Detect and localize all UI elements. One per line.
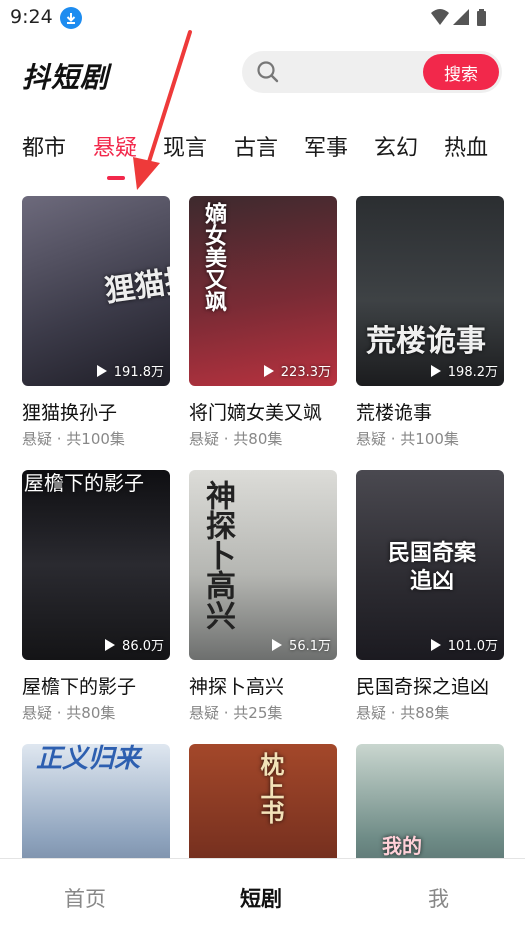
- poster-title-art: 屋檐下的影子: [24, 471, 144, 495]
- search-button[interactable]: 搜索: [423, 54, 499, 90]
- tab-dushi[interactable]: 都市: [22, 130, 66, 162]
- drama-meta: 悬疑 · 共100集: [22, 430, 125, 448]
- drama-meta: 悬疑 · 共100集: [356, 430, 459, 448]
- tab-guyan[interactable]: 古言: [234, 130, 278, 162]
- active-tab-indicator: [107, 176, 125, 180]
- battery-icon: [477, 11, 486, 26]
- drama-title[interactable]: 屋檐下的影子: [22, 672, 136, 699]
- tab-junshi[interactable]: 军事: [304, 130, 348, 162]
- search-box[interactable]: 搜索: [242, 51, 502, 93]
- view-count: 198.2万: [430, 361, 498, 380]
- play-icon: [430, 638, 441, 651]
- drama-meta: 悬疑 · 共25集: [189, 704, 283, 722]
- play-icon: [96, 364, 107, 377]
- play-icon: [105, 638, 116, 651]
- poster-title-art: 神探卜高兴: [200, 480, 235, 630]
- drama-poster[interactable]: 荒楼诡事 198.2万: [356, 196, 504, 386]
- drama-title[interactable]: 神探卜高兴: [189, 672, 284, 699]
- poster-title-art: 枕上书: [256, 752, 284, 824]
- drama-poster[interactable]: 民国奇案追凶 101.0万: [356, 470, 504, 660]
- signal-icon: [453, 9, 469, 25]
- poster-title-art: 民国奇案追凶: [387, 541, 476, 594]
- poster-title-art: 嫡女美又飒: [201, 202, 226, 312]
- nav-home[interactable]: 首页: [64, 883, 106, 913]
- drama-meta: 悬疑 · 共80集: [22, 704, 116, 722]
- drama-poster[interactable]: 嫡女美又飒 223.3万: [189, 196, 337, 386]
- drama-poster[interactable]: 神探卜高兴 56.1万: [189, 470, 337, 660]
- drama-meta: 悬疑 · 共88集: [356, 704, 450, 722]
- poster-title-art: 我的: [382, 834, 422, 858]
- poster-title-art: 狸猫换孙子: [102, 253, 170, 310]
- poster-title-art: 正义归来: [36, 744, 141, 774]
- app-title: 抖短剧: [22, 61, 110, 94]
- nav-me[interactable]: 我: [428, 883, 449, 913]
- view-count: 191.8万: [96, 361, 164, 380]
- status-bar: 9:24: [0, 0, 525, 36]
- category-tabs: 都市 悬疑 现言 古言 军事 玄幻 热血: [0, 126, 525, 186]
- drama-meta: 悬疑 · 共80集: [189, 430, 283, 448]
- tab-xuanyi[interactable]: 悬疑: [93, 130, 137, 162]
- play-icon: [430, 364, 441, 377]
- drama-title[interactable]: 荒楼诡事: [356, 398, 432, 425]
- poster-title-art: 荒楼诡事: [366, 324, 486, 359]
- drama-title[interactable]: 将门嫡女美又飒: [189, 398, 322, 425]
- bottom-nav: 首页 短剧 我: [0, 858, 525, 936]
- view-count: 56.1万: [272, 635, 331, 654]
- status-time: 9:24: [10, 6, 53, 28]
- tab-xianyan[interactable]: 现言: [163, 130, 207, 162]
- play-icon: [272, 638, 283, 651]
- system-status-icons: [431, 9, 486, 26]
- view-count: 223.3万: [263, 361, 331, 380]
- drama-poster[interactable]: 狸猫换孙子 191.8万: [22, 196, 170, 386]
- drama-title[interactable]: 民国奇探之追凶: [356, 672, 489, 699]
- wifi-icon: [431, 9, 449, 25]
- drama-title[interactable]: 狸猫换孙子: [22, 398, 117, 425]
- tab-xuanhuan[interactable]: 玄幻: [374, 130, 418, 162]
- download-icon: [60, 7, 82, 29]
- view-count: 86.0万: [105, 635, 164, 654]
- search-input[interactable]: [286, 57, 416, 87]
- view-count: 101.0万: [430, 635, 498, 654]
- play-icon: [263, 364, 274, 377]
- search-icon: [257, 61, 279, 83]
- drama-poster[interactable]: 屋檐下的影子 86.0万: [22, 470, 170, 660]
- tab-rexue[interactable]: 热血: [444, 130, 488, 162]
- nav-shorts[interactable]: 短剧: [240, 883, 282, 913]
